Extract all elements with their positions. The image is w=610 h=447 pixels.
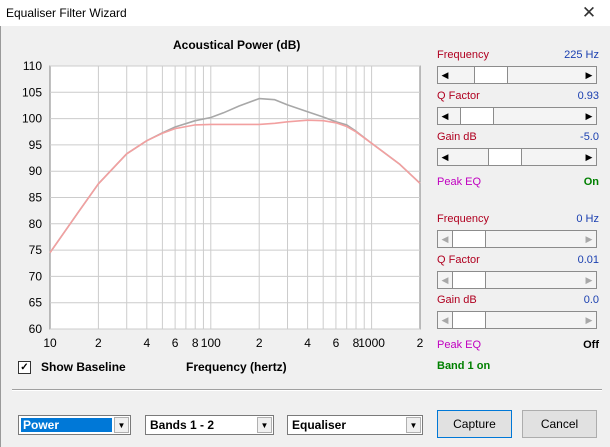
x-tick-label: 1000 (358, 336, 385, 350)
band2-gain-value: 0.0 (583, 294, 599, 306)
band2-frequency-value: 0 Hz (576, 213, 599, 225)
window-title: Equaliser Filter Wizard (6, 6, 127, 20)
y-tick-label: 95 (29, 138, 43, 152)
scroll-right-icon[interactable]: ▶ (582, 67, 596, 83)
x-tick-label: 8 (192, 336, 199, 350)
scroll-right-icon[interactable]: ▶ (582, 149, 596, 165)
show-baseline-label: Show Baseline (41, 360, 126, 374)
x-axis-label: Frequency (hertz) (186, 360, 287, 374)
band2-state: Off (583, 339, 599, 351)
scroll-left-icon[interactable]: ◀ (438, 149, 452, 165)
band2-frequency-label: Frequency (437, 213, 489, 225)
y-tick-label: 65 (29, 296, 43, 310)
band1-q-value: 0.93 (577, 90, 599, 102)
title-bar: Equaliser Filter Wizard ✕ (0, 0, 610, 26)
band-status: Band 1 on (437, 360, 491, 372)
band1-q-slider[interactable]: ◀ ▶ (437, 107, 597, 125)
band2-gain-slider[interactable]: ◀ ▶ (437, 311, 597, 329)
band1-gain-label: Gain dB (437, 131, 477, 143)
y-tick-label: 90 (29, 164, 43, 178)
scroll-left-icon[interactable]: ◀ (438, 67, 452, 83)
y-tick-label: 100 (22, 112, 42, 126)
chevron-down-icon[interactable]: ▼ (406, 417, 421, 433)
slider-thumb[interactable] (488, 149, 523, 165)
slider-thumb[interactable] (452, 312, 486, 328)
capture-button[interactable]: Capture (437, 410, 512, 438)
y-tick-label: 85 (29, 191, 43, 205)
band2-frequency-slider[interactable]: ◀ ▶ (437, 230, 597, 248)
y-tick-label: 105 (22, 85, 42, 99)
type-select[interactable]: Equaliser ▼ (287, 415, 423, 435)
scroll-right-icon[interactable]: ▶ (582, 312, 596, 328)
mode-select[interactable]: Power ▼ (18, 415, 131, 435)
slider-thumb[interactable] (459, 108, 494, 124)
bands-select[interactable]: Bands 1 - 2 ▼ (145, 415, 274, 435)
x-tick-label: 100 (201, 336, 221, 350)
x-tick-label: 4 (304, 336, 311, 350)
x-tick-label: 6 (333, 336, 340, 350)
slider-thumb[interactable] (452, 272, 486, 288)
x-tick-label: 2 (95, 336, 102, 350)
band1-frequency-slider[interactable]: ◀ ▶ (437, 66, 597, 84)
type-select-value: Equaliser (292, 418, 347, 432)
mode-select-value: Power (21, 418, 112, 432)
scroll-left-icon[interactable]: ◀ (438, 108, 452, 124)
close-icon[interactable]: ✕ (568, 0, 610, 26)
scroll-right-icon[interactable]: ▶ (582, 272, 596, 288)
y-tick-label: 80 (29, 217, 43, 231)
band1-q-label: Q Factor (437, 90, 480, 102)
band2-gain-label: Gain dB (437, 294, 477, 306)
scroll-left-icon[interactable]: ◀ (438, 231, 452, 247)
x-tick-label: 4 (143, 336, 150, 350)
band1-state: On (583, 176, 599, 188)
scroll-left-icon[interactable]: ◀ (438, 312, 452, 328)
scroll-right-icon[interactable]: ▶ (582, 108, 596, 124)
band2-q-label: Q Factor (437, 254, 480, 266)
chevron-down-icon[interactable]: ▼ (114, 417, 129, 433)
scroll-right-icon[interactable]: ▶ (582, 231, 596, 247)
y-tick-label: 60 (29, 322, 43, 336)
slider-thumb[interactable] (473, 67, 508, 83)
x-tick-label: 6 (172, 336, 179, 350)
band1-gain-slider[interactable]: ◀ ▶ (437, 148, 597, 166)
x-tick-label: 2 (417, 336, 424, 350)
cancel-button[interactable]: Cancel (522, 410, 597, 438)
band1-frequency-value: 225 Hz (564, 49, 599, 61)
show-baseline-checkbox[interactable]: ✓ Show Baseline (18, 360, 126, 374)
band1-type-label: Peak EQ (437, 176, 482, 188)
band2-q-slider[interactable]: ◀ ▶ (437, 271, 597, 289)
y-tick-label: 110 (23, 59, 42, 73)
checkbox-check-icon[interactable]: ✓ (18, 360, 31, 374)
band1-frequency-label: Frequency (437, 49, 489, 61)
x-tick-label: 2 (256, 336, 263, 350)
chart-plot: 606570758085909510010511010 2 4 6 8 100 2 4 6 810… (22, 59, 424, 350)
scroll-left-icon[interactable]: ◀ (438, 272, 452, 288)
band2-q-value: 0.01 (577, 254, 599, 266)
band1-gain-value: -5.0 (580, 131, 599, 143)
band2-type-label: Peak EQ (437, 339, 482, 351)
x-tick-label: 10 (43, 336, 57, 350)
slider-thumb[interactable] (452, 231, 486, 247)
y-tick-label: 75 (29, 243, 43, 257)
bands-select-value: Bands 1 - 2 (150, 418, 215, 432)
y-tick-label: 70 (29, 269, 43, 283)
chart-title: Acoustical Power (dB) (173, 38, 301, 52)
divider (12, 389, 602, 391)
chevron-down-icon[interactable]: ▼ (257, 417, 272, 433)
